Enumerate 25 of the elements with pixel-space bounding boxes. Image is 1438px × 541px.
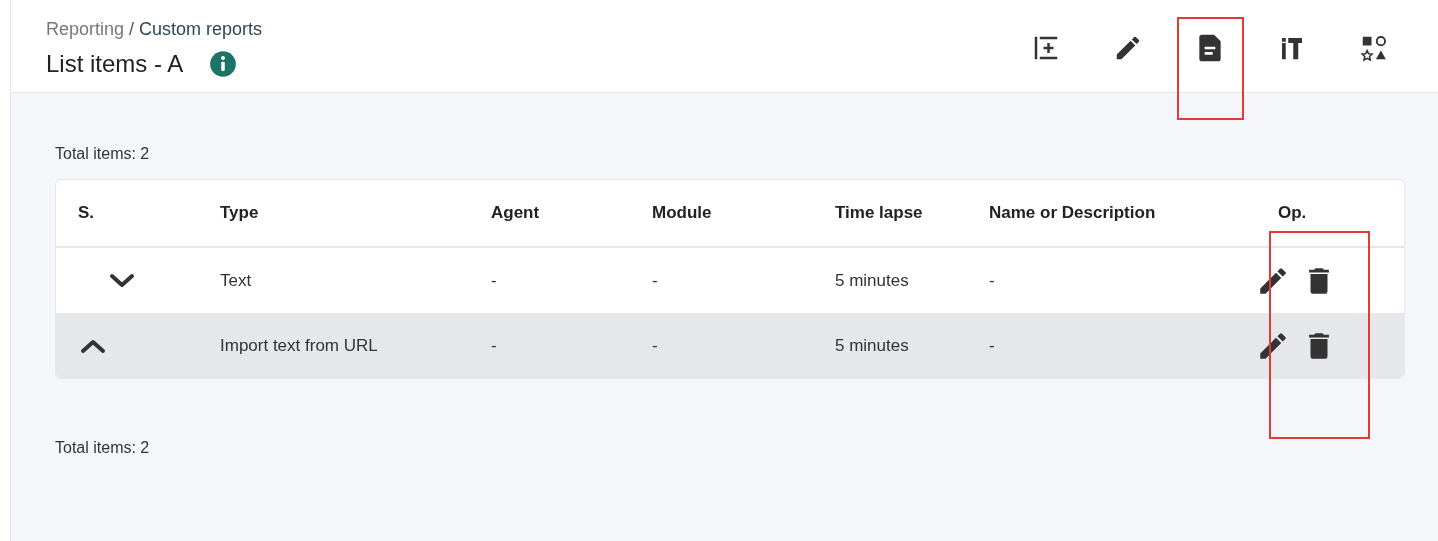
chevron-down-icon[interactable] bbox=[109, 271, 135, 290]
table-cell-text: - bbox=[490, 335, 498, 356]
table-cell-text: - bbox=[988, 270, 996, 291]
total-items-label: Total items: 2 bbox=[55, 145, 151, 163]
breadcrumb-current: Custom reports bbox=[139, 19, 263, 40]
info-icon[interactable] bbox=[209, 50, 238, 78]
table-cell-text: 5 minutes bbox=[834, 270, 910, 291]
table-cell-text: - bbox=[490, 270, 498, 291]
column-header: Agent bbox=[490, 203, 541, 223]
table-cell-text: Import text from URL bbox=[219, 335, 379, 356]
breadcrumb-separator: / bbox=[129, 19, 135, 40]
total-items-label: Total items: 2 bbox=[55, 439, 151, 457]
table-cell-text: - bbox=[651, 270, 659, 291]
table-cell-text: 5 minutes bbox=[834, 335, 910, 356]
column-header: Type bbox=[219, 203, 260, 223]
table-cell-text: - bbox=[651, 335, 659, 356]
column-header: S. bbox=[77, 203, 96, 223]
column-header: Name or Description bbox=[988, 203, 1157, 223]
column-header: Time lapse bbox=[834, 203, 924, 223]
table-cell-text: Text bbox=[219, 270, 253, 291]
breadcrumb-link[interactable]: Reporting bbox=[46, 19, 125, 40]
column-header: Op. bbox=[1277, 203, 1308, 223]
page-title: List items - A bbox=[46, 50, 184, 78]
table-cell-text: - bbox=[988, 335, 996, 356]
column-header: Module bbox=[651, 203, 713, 223]
